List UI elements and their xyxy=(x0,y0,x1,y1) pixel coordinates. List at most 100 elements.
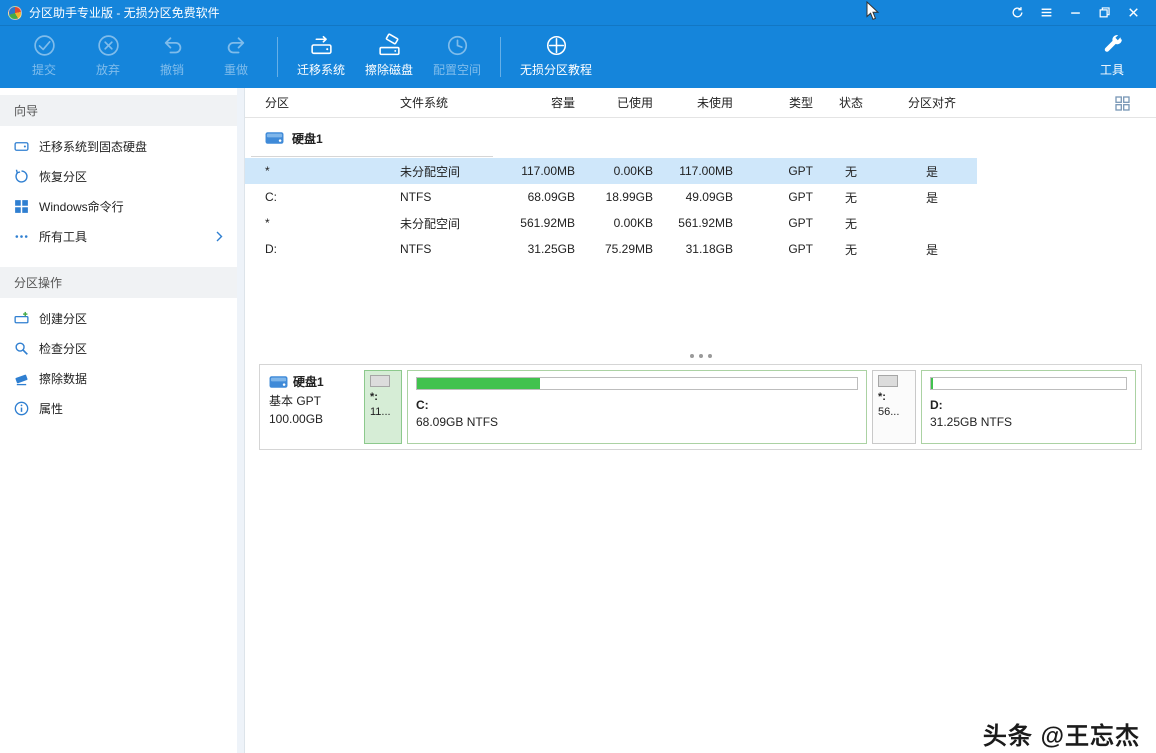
disk-info[interactable]: 硬盘1 基本 GPT 100.00GB xyxy=(265,370,359,444)
discard-button[interactable]: 放弃 xyxy=(76,26,140,88)
disk-group-name: 硬盘1 xyxy=(292,130,323,147)
cell-filesystem: 未分配空间 xyxy=(400,215,505,232)
cell-aligned: 是 xyxy=(889,189,975,206)
info-icon xyxy=(14,401,29,416)
sidebar-item-migrate-to-ssd[interactable]: 迁移系统到固态硬盘 xyxy=(0,131,237,161)
minimize-icon[interactable] xyxy=(1061,2,1090,24)
table-row[interactable]: D: NTFS 31.25GB 75.29MB 31.18GB GPT 无 是 xyxy=(245,236,977,262)
cell-filesystem: 未分配空间 xyxy=(400,163,505,180)
partition-block-unallocated-2[interactable]: *: 56... xyxy=(872,370,916,444)
undo-label: 撤销 xyxy=(160,61,184,78)
erase-disk-button[interactable]: 擦除磁盘 xyxy=(355,26,423,88)
tools-label: 工具 xyxy=(1100,61,1124,78)
cell-capacity: 561.92MB xyxy=(505,216,575,230)
disk-map-panel: 硬盘1 基本 GPT 100.00GB *: 11... C: 68.09GB … xyxy=(259,364,1142,450)
disk-group-header[interactable]: 硬盘1 xyxy=(245,118,1156,158)
discard-label: 放弃 xyxy=(96,61,120,78)
app-logo-icon xyxy=(8,6,22,20)
col-aligned[interactable]: 分区对齐 xyxy=(889,94,975,111)
watermark: 头条 @王忘杰 xyxy=(983,716,1140,751)
partition-block-d[interactable]: D: 31.25GB NTFS xyxy=(921,370,1136,444)
cell-type: GPT xyxy=(733,242,813,256)
chevron-right-icon xyxy=(216,231,223,242)
table-row[interactable]: C: NTFS 68.09GB 18.99GB 49.09GB GPT 无 是 xyxy=(245,184,977,210)
sidebar-item-label: 恢复分区 xyxy=(39,168,87,185)
recover-icon xyxy=(14,169,29,184)
cell-partition: C: xyxy=(265,190,400,204)
partition-block-c[interactable]: C: 68.09GB NTFS xyxy=(407,370,867,444)
cell-status: 无 xyxy=(813,189,889,206)
cell-type: GPT xyxy=(733,190,813,204)
cell-used: 0.00KB xyxy=(575,216,653,230)
undo-button[interactable]: 撤销 xyxy=(140,26,204,88)
sidebar-item-properties[interactable]: 属性 xyxy=(0,393,237,423)
sidebar-item-recover-partition[interactable]: 恢复分区 xyxy=(0,161,237,191)
cell-used: 75.29MB xyxy=(575,242,653,256)
maximize-icon[interactable] xyxy=(1090,2,1119,24)
close-icon[interactable] xyxy=(1119,2,1148,24)
table-row[interactable]: * 未分配空间 561.92MB 0.00KB 561.92MB GPT 无 xyxy=(245,210,977,236)
migrate-disk-icon xyxy=(309,33,334,58)
hdd-icon xyxy=(269,375,288,389)
migrate-system-button[interactable]: 迁移系统 xyxy=(287,26,355,88)
erase-disk-label: 擦除磁盘 xyxy=(365,61,413,78)
redo-label: 重做 xyxy=(224,61,248,78)
col-filesystem[interactable]: 文件系统 xyxy=(400,94,505,111)
toolbar-separator xyxy=(277,37,278,77)
clock-icon xyxy=(445,33,470,58)
sidebar-item-create-partition[interactable]: 创建分区 xyxy=(0,303,237,333)
tools-button[interactable]: 工具 xyxy=(1080,26,1144,88)
sidebar-item-windows-cli[interactable]: Windows命令行 xyxy=(0,191,237,221)
col-used[interactable]: 已使用 xyxy=(575,94,653,111)
col-unused[interactable]: 未使用 xyxy=(653,94,733,111)
cell-aligned: 是 xyxy=(889,241,975,258)
partition-label: *: xyxy=(878,391,910,403)
submit-button[interactable]: 提交 xyxy=(12,26,76,88)
panel-splitter[interactable] xyxy=(245,348,1156,364)
cell-filesystem: NTFS xyxy=(400,190,505,204)
cell-aligned: 是 xyxy=(889,163,975,180)
cell-unused: 561.92MB xyxy=(653,216,733,230)
col-capacity[interactable]: 容量 xyxy=(505,94,575,111)
discard-icon xyxy=(96,33,121,58)
allocate-space-label: 配置空间 xyxy=(433,61,481,78)
col-status[interactable]: 状态 xyxy=(813,94,889,111)
cell-type: GPT xyxy=(733,216,813,230)
allocate-space-button[interactable]: 配置空间 xyxy=(423,26,491,88)
partition-block-unallocated-1[interactable]: *: 11... xyxy=(364,370,402,444)
undo-icon xyxy=(160,33,185,58)
cell-partition: * xyxy=(265,216,400,230)
col-partition[interactable]: 分区 xyxy=(265,94,400,111)
cell-status: 无 xyxy=(813,163,889,180)
sidebar-section-wizard: 向导 xyxy=(0,95,237,126)
cell-unused: 31.18GB xyxy=(653,242,733,256)
sidebar-splitter[interactable] xyxy=(237,88,245,753)
col-type[interactable]: 类型 xyxy=(733,94,813,111)
main-content: 分区 文件系统 容量 已使用 未使用 类型 状态 分区对齐 硬盘1 * 未分配空… xyxy=(245,88,1156,753)
unallocated-chip xyxy=(878,375,898,387)
refresh-icon[interactable] xyxy=(1003,2,1032,24)
tutorial-button[interactable]: 无损分区教程 xyxy=(510,26,602,88)
sidebar-item-check-partition[interactable]: 检查分区 xyxy=(0,333,237,363)
cell-capacity: 31.25GB xyxy=(505,242,575,256)
redo-button[interactable]: 重做 xyxy=(204,26,268,88)
table-row[interactable]: * 未分配空间 117.00MB 0.00KB 117.00MB GPT 无 是 xyxy=(245,158,977,184)
sidebar-item-all-tools[interactable]: 所有工具 xyxy=(0,221,237,251)
sidebar-section-partition-ops: 分区操作 xyxy=(0,267,237,298)
titlebar: 分区助手专业版 - 无损分区免费软件 xyxy=(0,0,1156,26)
submit-label: 提交 xyxy=(32,61,56,78)
disk-type: 基本 GPT xyxy=(269,392,359,411)
sidebar-item-erase-data[interactable]: 擦除数据 xyxy=(0,363,237,393)
erase-disk-icon xyxy=(377,33,402,58)
unallocated-chip xyxy=(370,375,390,387)
hdd-icon xyxy=(265,131,284,145)
cell-status: 无 xyxy=(813,215,889,232)
layout-grid-icon[interactable] xyxy=(1115,96,1130,111)
sidebar-item-label: 创建分区 xyxy=(39,310,87,327)
partition-size: 11... xyxy=(370,406,396,418)
menu-icon[interactable] xyxy=(1032,2,1061,24)
cell-used: 18.99GB xyxy=(575,190,653,204)
sidebar-item-label: 检查分区 xyxy=(39,340,87,357)
partition-label: D: xyxy=(930,398,1127,412)
cell-filesystem: NTFS xyxy=(400,242,505,256)
